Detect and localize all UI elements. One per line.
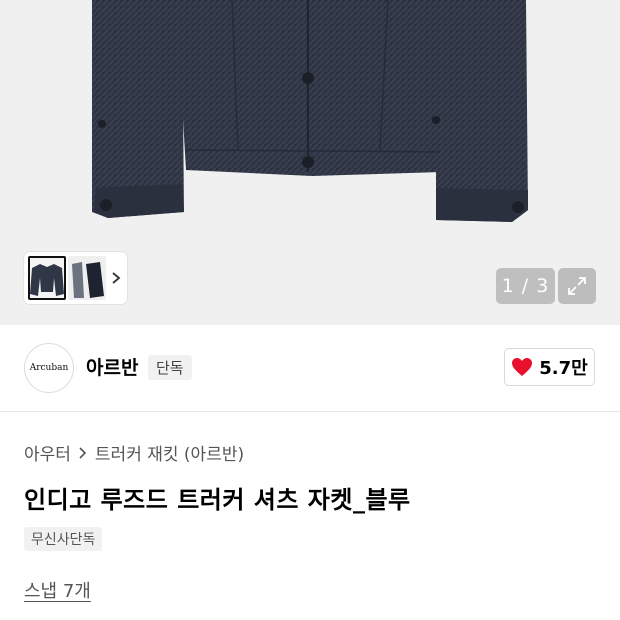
page-counter: 1 / 3 <box>496 268 555 304</box>
heart-icon <box>512 358 533 376</box>
product-title: 인디고 루즈드 트러커 셔츠 자켓_블루 <box>24 486 411 514</box>
thumbnail-strip <box>24 252 127 304</box>
product-image-gallery[interactable]: 1 / 3 <box>0 0 620 325</box>
brand-logo-text: Arcuban <box>29 363 69 373</box>
like-count: 5.7만 <box>539 358 588 379</box>
breadcrumb-category[interactable]: 아우터 <box>24 440 71 465</box>
exclusive-tag: 단독 <box>148 355 192 380</box>
chevron-right-icon[interactable] <box>108 268 124 288</box>
expand-icon[interactable] <box>558 268 596 304</box>
breadcrumb-subcategory[interactable]: 트러커 재킷 (아르반) <box>95 440 244 465</box>
brand-name[interactable]: 아르반 <box>86 353 138 380</box>
breadcrumb: 아우터 트러커 재킷 (아르반) <box>24 440 244 465</box>
brand-logo[interactable]: Arcuban <box>24 343 74 393</box>
exclusive-badge: 무신사단독 <box>24 527 103 551</box>
like-button[interactable]: 5.7만 <box>504 348 595 386</box>
brand-row: Arcuban 아르반 단독 5.7만 <box>0 325 620 412</box>
chevron-right-icon <box>79 446 87 459</box>
snap-link[interactable]: 스냅 7개 <box>24 577 91 603</box>
thumbnail-2[interactable] <box>68 256 106 300</box>
thumbnail-1[interactable] <box>28 256 66 300</box>
